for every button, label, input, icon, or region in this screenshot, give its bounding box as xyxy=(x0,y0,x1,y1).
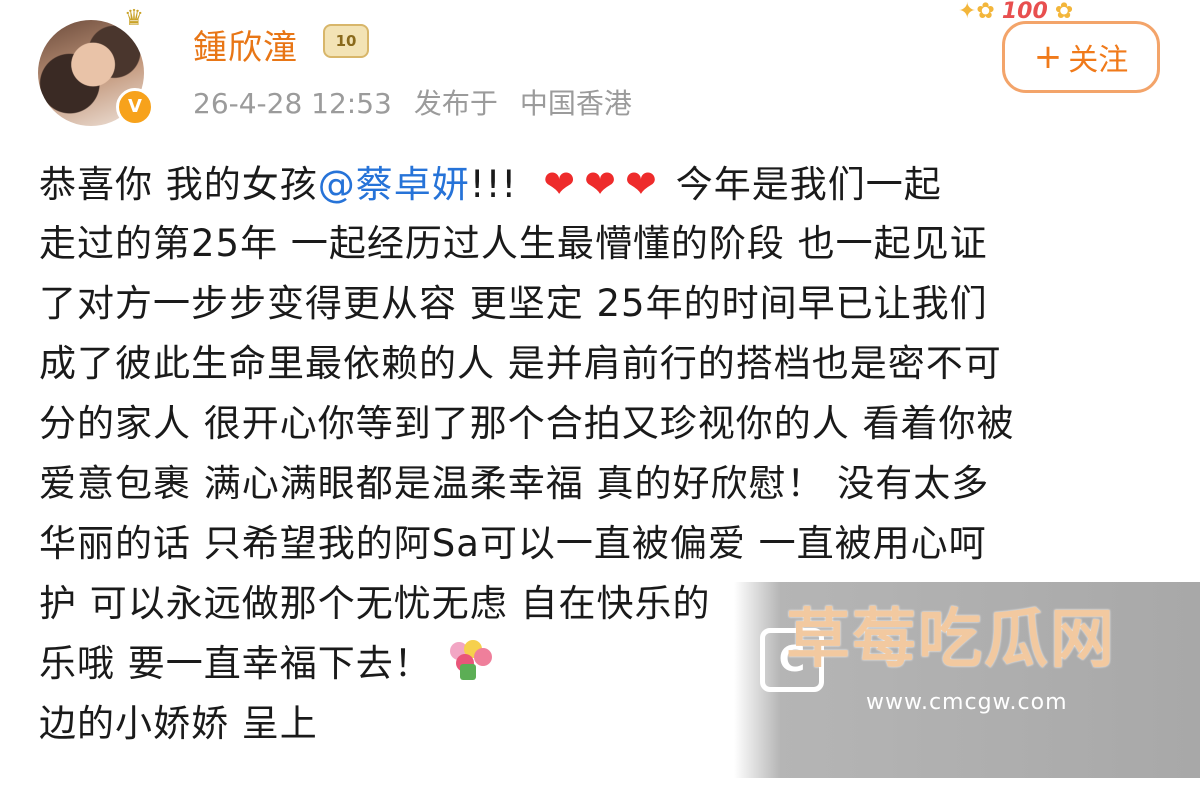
star-icon: ✦✿ xyxy=(958,0,995,24)
post-line: 成了彼此生命里最依赖的人 是并肩前行的搭档也是密不可 xyxy=(39,342,1002,385)
post-location: 中国香港 xyxy=(519,87,632,120)
post-meta: 26-4-28 12:53 发布于 中国香港 xyxy=(193,82,632,122)
follow-button[interactable]: + 关注 xyxy=(1002,21,1160,93)
post-line: 华丽的话 只希望我的阿Sa可以一直被偏爱 一直被用心呵 xyxy=(39,522,987,565)
post-text: 今年是我们一起 xyxy=(675,163,942,206)
heart-icon: ❤ xyxy=(543,162,577,206)
vip-crown-icon: 10 xyxy=(323,24,369,58)
post-line: 爱意包裹 满心满眼都是温柔幸福 真的好欣慰！ 没有太多 xyxy=(39,462,990,505)
heart-icon: ❤ xyxy=(624,162,658,206)
post-timestamp: 26-4-28 12:53 xyxy=(193,87,392,120)
flower-bouquet-icon xyxy=(446,640,492,682)
post-text: 恭喜你 我的女孩 xyxy=(39,163,318,206)
vip-level: 10 xyxy=(335,32,357,50)
crown-icon: ♛ xyxy=(124,6,144,31)
watermark-url: www.cmcgw.com xyxy=(866,690,1068,715)
post-line: 了对方一步步变得更从容 更坚定 25年的时间早已让我们 xyxy=(39,282,988,325)
post-text: !!! xyxy=(469,163,518,206)
heart-icon: ❤ xyxy=(584,162,617,206)
post-text: 乐哦 要一直幸福下去！ xyxy=(39,642,432,685)
post-line: 分的家人 很开心你等到了那个合拍又珍视你的人 看着你被 xyxy=(39,402,1015,445)
watermark-title: 草莓吃瓜网 xyxy=(786,603,1116,677)
post-line: 走过的第25年 一起经历过人生最懵懂的阶段 也一起见证 xyxy=(39,222,988,265)
verified-badge-icon: V xyxy=(116,88,154,126)
heart-emoji-group: ❤ ❤ ❤ xyxy=(539,162,662,206)
post-line: 恭喜你 我的女孩@蔡卓妍!!! ❤ ❤ ❤ 今年是我们一起 xyxy=(39,154,1169,214)
username[interactable]: 鍾欣潼 xyxy=(193,20,298,69)
published-label: 发布于 xyxy=(413,87,498,120)
follow-label: 关注 xyxy=(1068,43,1129,78)
mention-link[interactable]: @蔡卓妍 xyxy=(318,163,470,206)
plus-icon: + xyxy=(1033,37,1063,77)
